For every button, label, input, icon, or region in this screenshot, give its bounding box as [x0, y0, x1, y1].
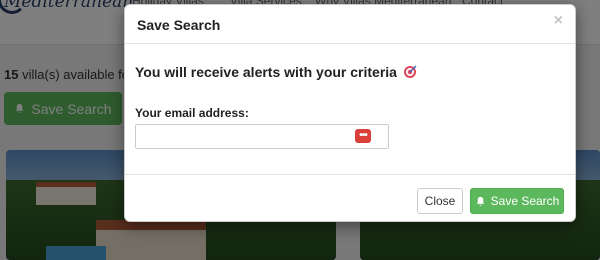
alert-message: You will receive alerts with your criter…: [135, 64, 417, 80]
close-button[interactable]: Close: [417, 188, 463, 214]
modal-body: You will receive alerts with your criter…: [125, 44, 575, 175]
bell-icon: [476, 196, 484, 206]
modal-header: Save Search ×: [125, 5, 575, 44]
close-icon[interactable]: ×: [554, 13, 563, 29]
email-field[interactable]: [135, 124, 389, 149]
alert-text: You will receive alerts with your criter…: [135, 64, 397, 80]
target-icon: [403, 65, 417, 78]
password-manager-icon[interactable]: •••: [355, 129, 371, 143]
save-search-modal: Save Search × You will receive alerts wi…: [124, 4, 576, 222]
email-label: Your email address:: [135, 106, 249, 120]
save-search-button[interactable]: Save Search: [470, 188, 564, 214]
save-search-label: Save Search: [490, 194, 560, 208]
modal-footer: Close Save Search: [125, 175, 575, 221]
close-button-label: Close: [424, 194, 456, 208]
modal-title: Save Search: [137, 17, 221, 33]
